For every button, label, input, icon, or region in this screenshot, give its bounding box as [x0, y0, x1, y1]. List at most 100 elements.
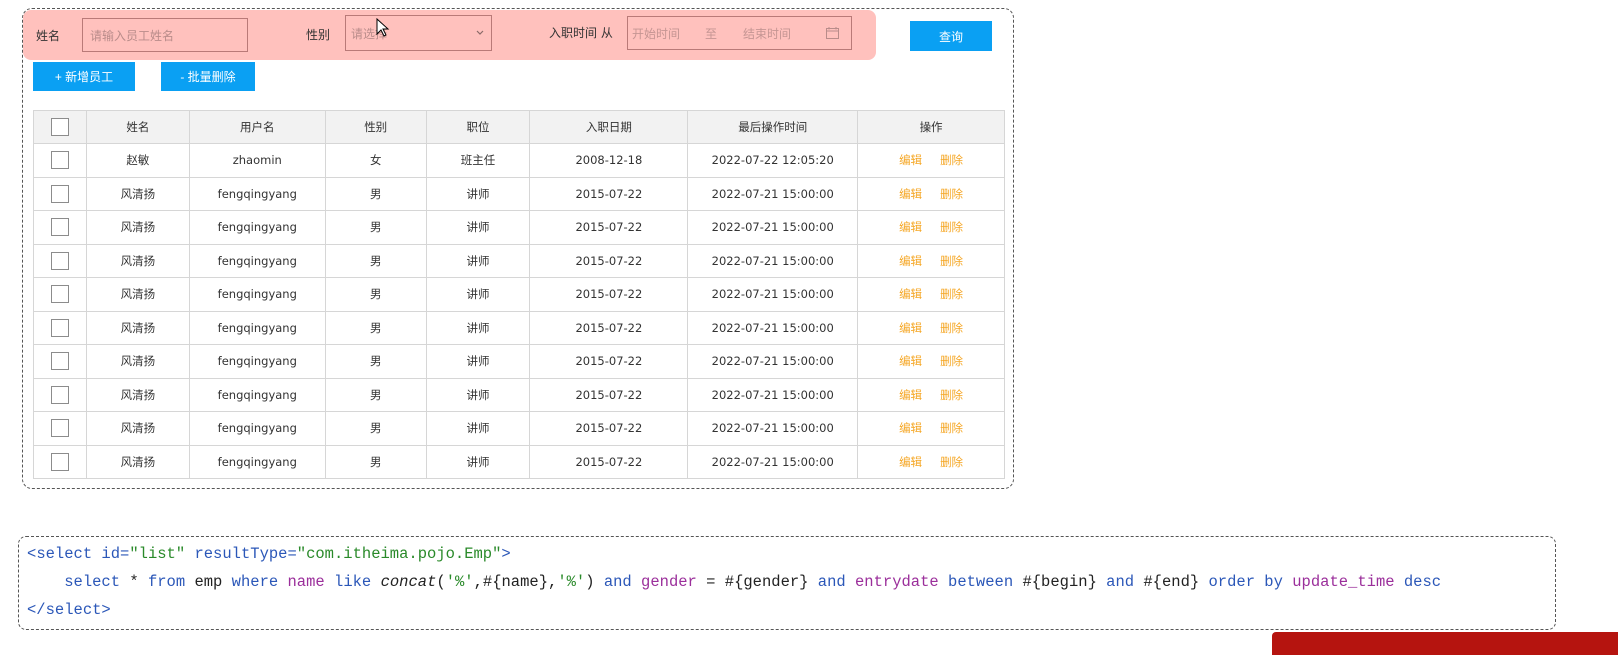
actions-cell: 编辑 删除: [857, 176, 1005, 211]
actions-cell: 编辑 删除: [857, 444, 1005, 479]
row-checkbox[interactable]: [50, 452, 69, 471]
name-cell: 风清扬: [85, 243, 190, 278]
edit-link[interactable]: 编辑: [899, 220, 922, 234]
gender-cell: 男: [324, 210, 427, 245]
name-cell: 风清扬: [85, 176, 190, 211]
job-cell: 讲师: [425, 277, 531, 312]
calendar-icon: [826, 27, 839, 39]
edit-link[interactable]: 编辑: [899, 287, 922, 301]
username-cell: fengqingyang: [188, 310, 326, 345]
job-cell: 讲师: [425, 210, 531, 245]
name-input[interactable]: 请输入员工姓名: [82, 18, 248, 52]
row-checkbox-cell: [33, 176, 87, 211]
actions-cell: 编辑 删除: [857, 344, 1005, 379]
job-cell: 讲师: [425, 176, 531, 211]
code-token: '%': [445, 573, 474, 591]
code-token: "com.itheima.pojo.Emp": [296, 545, 502, 563]
edit-link[interactable]: 编辑: [899, 187, 922, 201]
column-header: 用户名: [188, 110, 326, 144]
date-range-picker[interactable]: 开始时间 至 结束时间: [627, 16, 852, 50]
table-row: 风清扬 fengqingyang 男讲师 2015-07-22 2022-07-21 1…: [33, 444, 1005, 479]
add-employee-button[interactable]: + 新增员工: [33, 62, 135, 91]
row-checkbox[interactable]: [50, 218, 69, 237]
row-checkbox[interactable]: [50, 184, 69, 203]
entry-date-cell: 2015-07-22: [529, 277, 689, 312]
code-token: </: [27, 601, 46, 619]
edit-link[interactable]: 编辑: [899, 388, 922, 402]
table-row: 风清扬 fengqingyang 男讲师 2015-07-22 2022-07-21 1…: [33, 277, 1005, 312]
edit-link[interactable]: 编辑: [899, 153, 922, 167]
query-button[interactable]: 查询: [910, 21, 992, 51]
code-token: ): [585, 573, 604, 591]
code-token: >: [101, 601, 111, 619]
gender-label: 性别: [306, 28, 331, 42]
actions-cell: 编辑 删除: [857, 243, 1005, 278]
code-token: select: [45, 601, 102, 619]
row-checkbox-cell: [33, 411, 87, 446]
actions-cell: 编辑 删除: [857, 210, 1005, 245]
code-token: desc: [1403, 573, 1442, 591]
edit-link[interactable]: 编辑: [899, 421, 922, 435]
update-time-cell: 2022-07-21 15:00:00: [687, 277, 859, 312]
delete-link[interactable]: 删除: [940, 187, 963, 201]
delete-link[interactable]: 删除: [940, 153, 963, 167]
username-cell: zhaomin: [188, 143, 326, 178]
delete-link[interactable]: 删除: [940, 321, 963, 335]
batch-delete-button[interactable]: - 批量删除: [161, 62, 255, 91]
entry-date-cell: 2015-07-22: [529, 243, 689, 278]
code-token: entrydate: [855, 573, 939, 591]
entry-date-cell: 2008-12-18: [529, 143, 689, 178]
delete-link[interactable]: 删除: [940, 287, 963, 301]
delete-link[interactable]: 删除: [940, 455, 963, 469]
name-cell: 风清扬: [85, 277, 190, 312]
select-all-checkbox[interactable]: [50, 118, 69, 136]
code-token: id=: [92, 545, 130, 563]
gender-cell: 男: [324, 310, 427, 345]
row-checkbox[interactable]: [50, 151, 69, 170]
delete-link[interactable]: 删除: [940, 254, 963, 268]
code-token: concat: [380, 573, 437, 591]
delete-link[interactable]: 删除: [940, 354, 963, 368]
row-checkbox[interactable]: [50, 352, 69, 371]
edit-link[interactable]: 编辑: [899, 321, 922, 335]
edit-link[interactable]: 编辑: [899, 254, 922, 268]
update-time-cell: 2022-07-21 15:00:00: [687, 377, 859, 412]
row-checkbox[interactable]: [50, 318, 69, 337]
gender-cell: 男: [324, 176, 427, 211]
update-time-cell: 2022-07-21 15:00:00: [687, 411, 859, 446]
username-cell: fengqingyang: [188, 444, 326, 479]
end-date-input[interactable]: 结束时间: [743, 25, 791, 42]
name-cell: 风清扬: [85, 377, 190, 412]
column-header: 性别: [324, 110, 427, 144]
start-date-input[interactable]: 开始时间: [632, 25, 680, 42]
username-cell: fengqingyang: [188, 377, 326, 412]
entry-date-cell: 2015-07-22: [529, 210, 689, 245]
code-token: '%': [557, 573, 586, 591]
delete-link[interactable]: 删除: [940, 220, 963, 234]
row-checkbox-cell: [33, 444, 87, 479]
row-checkbox[interactable]: [50, 419, 69, 438]
update-time-cell: 2022-07-21 15:00:00: [687, 176, 859, 211]
code-token: #{begin}: [1013, 573, 1107, 591]
name-cell: 赵敏: [85, 143, 190, 178]
delete-link[interactable]: 删除: [940, 421, 963, 435]
gender-cell: 男: [324, 444, 427, 479]
edit-link[interactable]: 编辑: [899, 354, 922, 368]
code-token: and: [603, 573, 632, 591]
gender-cell: 男: [324, 243, 427, 278]
table-row: 赵敏 zhaomin 女班主任 2008-12-18 2022-07-22 12:05:…: [33, 143, 1005, 178]
edit-link[interactable]: 编辑: [899, 455, 922, 469]
username-cell: fengqingyang: [188, 344, 326, 379]
row-checkbox[interactable]: [50, 251, 69, 270]
mouse-cursor-icon: [376, 18, 390, 37]
chevron-down-icon: [476, 30, 484, 35]
update-time-cell: 2022-07-21 15:00:00: [687, 210, 859, 245]
gender-select[interactable]: 请选择: [345, 15, 492, 51]
username-cell: fengqingyang: [188, 277, 326, 312]
row-checkbox[interactable]: [50, 285, 69, 304]
row-checkbox[interactable]: [50, 385, 69, 404]
delete-link[interactable]: 删除: [940, 388, 963, 402]
